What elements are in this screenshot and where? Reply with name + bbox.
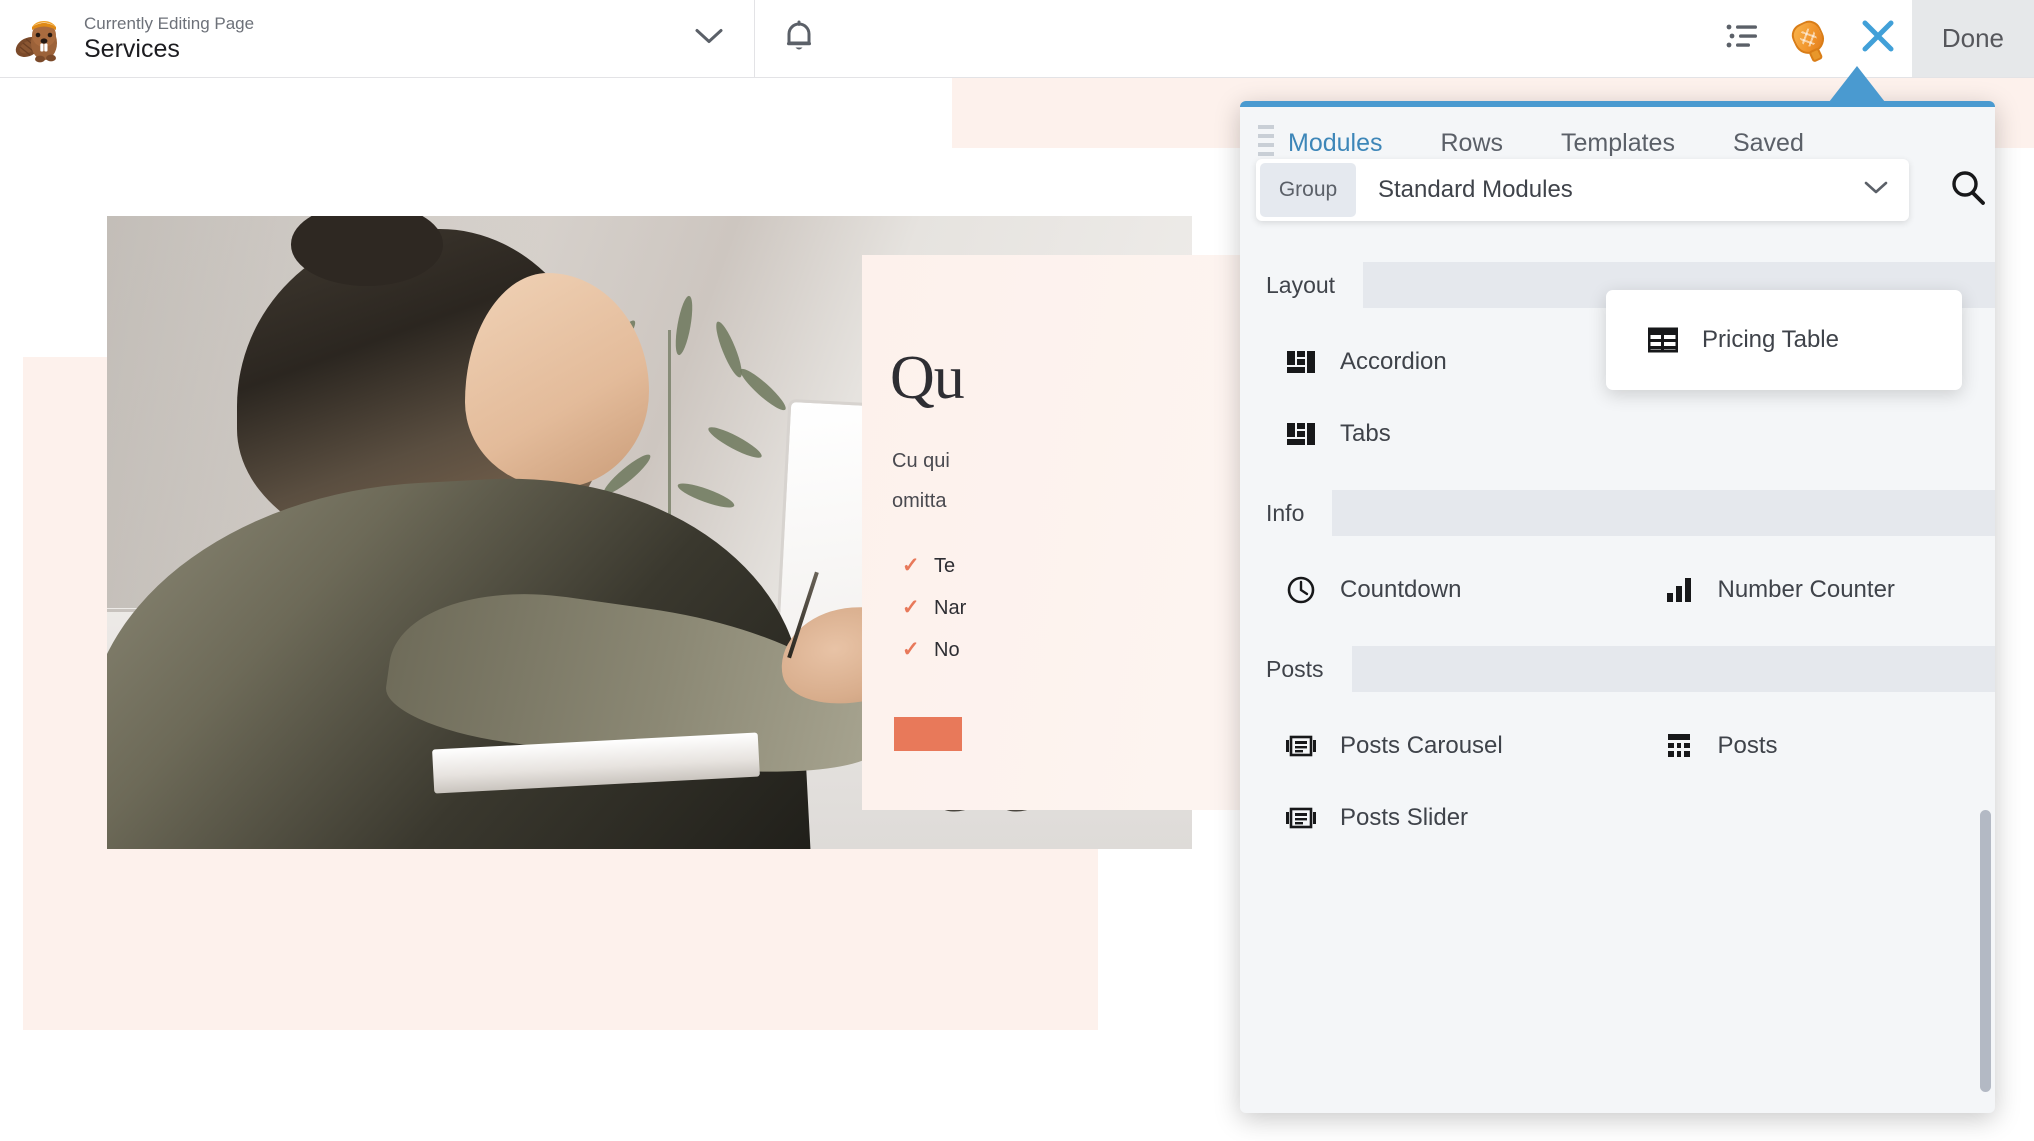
page-title: Services bbox=[84, 34, 180, 63]
list-item-label: Nar bbox=[934, 597, 967, 619]
layout-tabs-icon bbox=[1284, 417, 1318, 451]
cta-button[interactable] bbox=[894, 717, 962, 751]
module-label: Number Counter bbox=[1717, 576, 1895, 603]
section-items: Accordion Pricing Table Tabs bbox=[1240, 290, 1995, 490]
check-icon: ✓ bbox=[902, 638, 920, 661]
posts-slider-icon bbox=[1284, 801, 1318, 835]
currently-editing-page-menu[interactable]: Currently Editing Page Services bbox=[0, 0, 755, 77]
section-items: Countdown Number Counter bbox=[1240, 536, 1995, 646]
list-item: ✓ Te bbox=[902, 545, 966, 587]
section-title: Posts bbox=[1240, 646, 1352, 692]
module-tabs[interactable]: Tabs bbox=[1240, 398, 1618, 470]
module-pricing-table[interactable]: Pricing Table bbox=[1606, 290, 1962, 390]
content-panel: Modules Rows Templates Saved Group Stand… bbox=[1240, 101, 1995, 1113]
search-icon bbox=[1948, 168, 1988, 213]
module-label: Posts Carousel bbox=[1340, 732, 1503, 759]
notifications-button[interactable] bbox=[782, 0, 816, 77]
group-selected-value[interactable]: Standard Modules bbox=[1356, 176, 1863, 204]
tab-templates[interactable]: Templates bbox=[1561, 129, 1675, 158]
feature-list: ✓ Te ✓ Nar ✓ No bbox=[902, 545, 966, 671]
outline-list-icon bbox=[1725, 22, 1759, 55]
builder-toolbar: Currently Editing Page Services Done bbox=[0, 0, 2034, 78]
check-icon: ✓ bbox=[902, 554, 920, 577]
module-list[interactable]: Layout Accordion Pricing Table Tabs Info… bbox=[1240, 262, 1995, 1113]
panel-vertical-scrollbar[interactable] bbox=[1980, 810, 1991, 1092]
bar-chart-icon bbox=[1662, 573, 1696, 607]
section-layout: Layout Accordion Pricing Table Tabs bbox=[1240, 262, 1995, 490]
section-info: Info Countdown Number Counter bbox=[1240, 490, 1995, 646]
tab-modules[interactable]: Modules bbox=[1288, 129, 1383, 158]
list-item-label: Te bbox=[934, 555, 956, 577]
done-button[interactable]: Done bbox=[1911, 0, 2034, 77]
posts-grid-icon bbox=[1662, 729, 1696, 763]
module-label: Pricing Table bbox=[1702, 326, 1839, 353]
module-posts[interactable]: Posts bbox=[1618, 710, 1996, 782]
layout-accordion-icon bbox=[1284, 345, 1318, 379]
group-select[interactable]: Group Standard Modules bbox=[1256, 159, 1909, 221]
pricing-table-icon bbox=[1646, 323, 1680, 357]
panel-pointer-arrow bbox=[1829, 66, 1885, 102]
chevron-down-icon[interactable] bbox=[1863, 180, 1889, 201]
posts-carousel-icon bbox=[1284, 729, 1318, 763]
section-header: Info bbox=[1240, 490, 1995, 536]
chevron-down-icon[interactable] bbox=[694, 26, 724, 51]
module-posts-slider[interactable]: Posts Slider bbox=[1240, 782, 1618, 854]
page-heading: Qu bbox=[890, 344, 965, 412]
list-item: ✓ No bbox=[902, 629, 966, 671]
tab-saved[interactable]: Saved bbox=[1733, 129, 1804, 158]
module-countdown[interactable]: Countdown bbox=[1240, 554, 1618, 626]
group-filter-bar: Group Standard Modules bbox=[1256, 159, 1985, 221]
section-header: Posts bbox=[1240, 646, 1995, 692]
module-label: Tabs bbox=[1340, 420, 1391, 447]
check-icon: ✓ bbox=[902, 596, 920, 619]
tab-rows[interactable]: Rows bbox=[1441, 129, 1504, 158]
section-posts: Posts Posts Carousel Posts Posts Slider bbox=[1240, 646, 1995, 874]
section-items: Posts Carousel Posts Posts Slider bbox=[1240, 692, 1995, 874]
list-item-label: No bbox=[934, 639, 960, 661]
section-title: Layout bbox=[1240, 262, 1364, 308]
module-label: Accordion bbox=[1340, 348, 1447, 375]
close-x-icon bbox=[1860, 18, 1896, 59]
search-button[interactable] bbox=[1945, 167, 1991, 213]
beaver-paddle-icon bbox=[1783, 12, 1836, 65]
page-labels: Currently Editing Page Services bbox=[84, 14, 254, 64]
beaver-logo bbox=[12, 11, 68, 67]
group-chip-label: Group bbox=[1260, 163, 1356, 217]
editing-kicker: Currently Editing Page bbox=[84, 13, 255, 33]
list-item: ✓ Nar bbox=[902, 587, 966, 629]
clock-icon bbox=[1284, 573, 1318, 607]
module-label: Countdown bbox=[1340, 576, 1462, 603]
module-label: Posts Slider bbox=[1340, 804, 1469, 831]
section-title: Info bbox=[1240, 490, 1333, 536]
module-accordion[interactable]: Accordion bbox=[1240, 326, 1618, 398]
module-number-counter[interactable]: Number Counter bbox=[1618, 554, 1996, 626]
bell-icon bbox=[782, 17, 816, 60]
module-posts-carousel[interactable]: Posts Carousel bbox=[1240, 710, 1618, 782]
outline-button[interactable] bbox=[1708, 0, 1776, 77]
module-label: Posts bbox=[1717, 732, 1778, 759]
